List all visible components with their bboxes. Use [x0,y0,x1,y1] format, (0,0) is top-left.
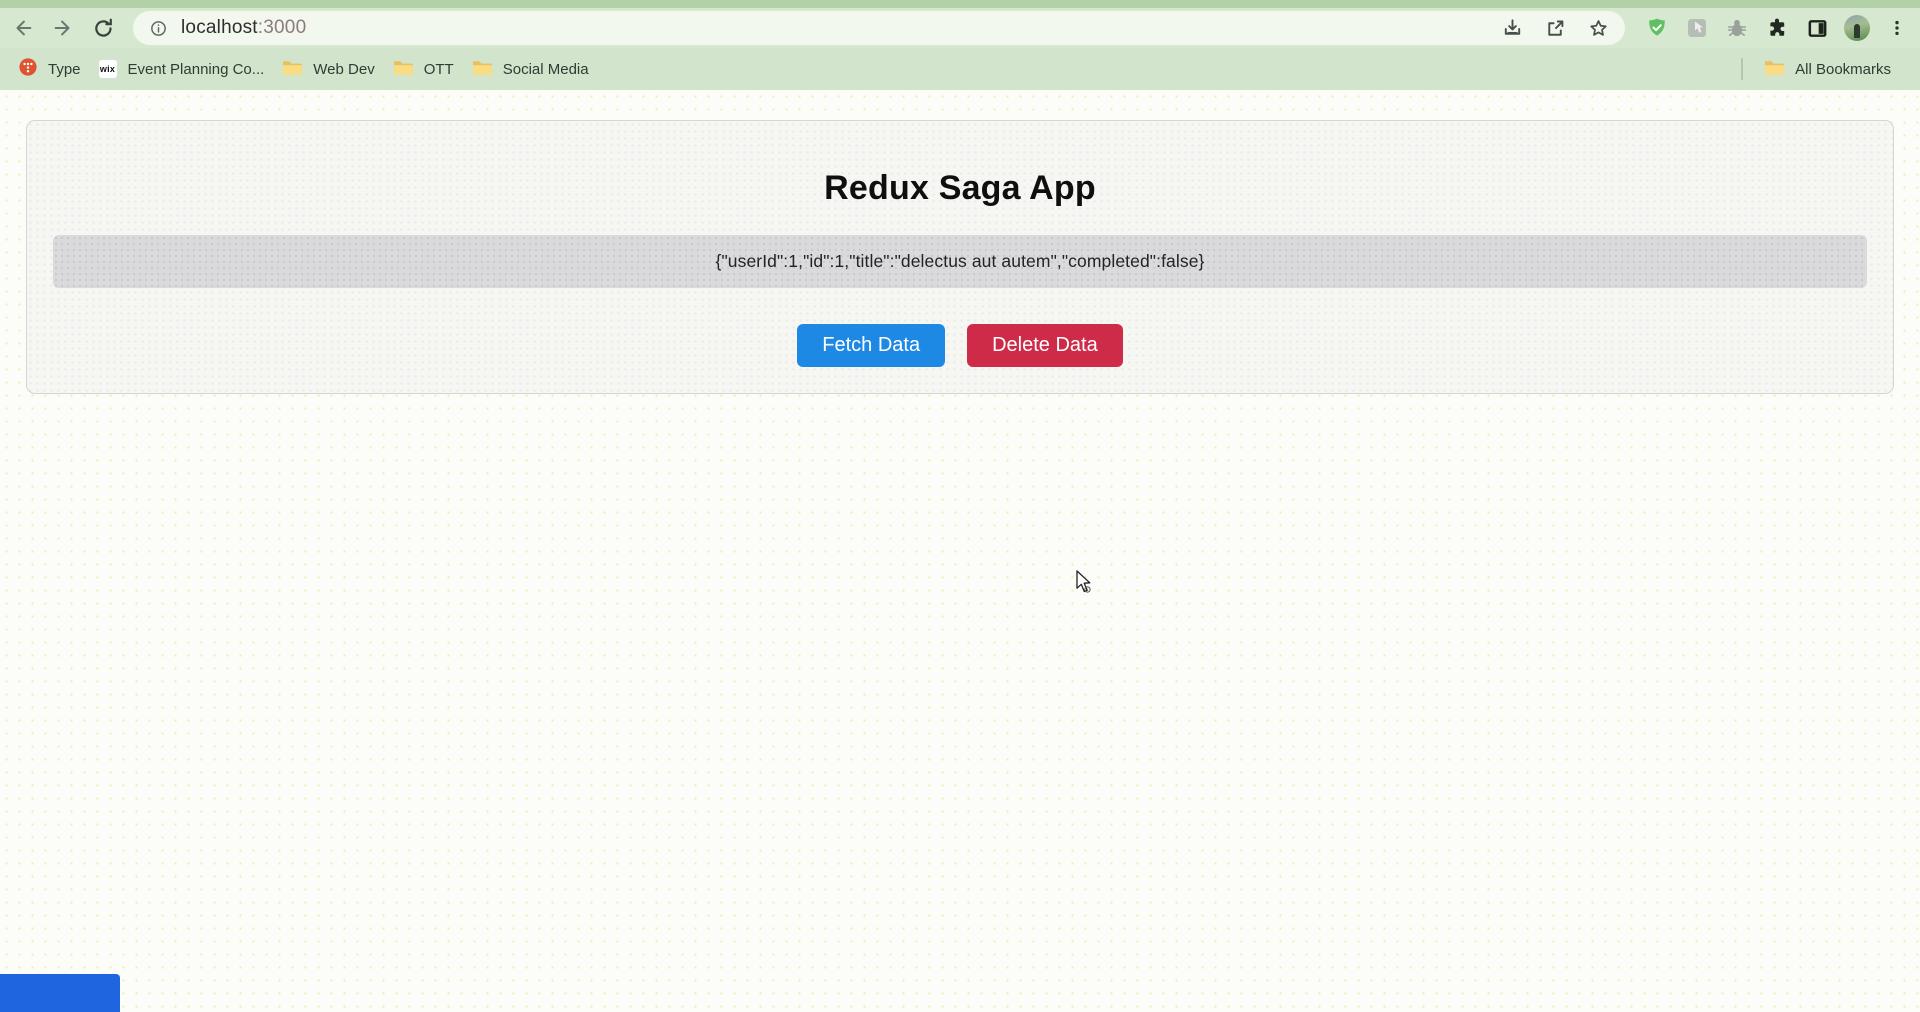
site-info-icon[interactable] [145,15,171,41]
url-host: localhost [181,17,258,38]
extensions-puzzle-icon[interactable] [1764,15,1790,41]
bug-extension-icon[interactable] [1724,15,1750,41]
adguard-shield-icon[interactable] [1644,15,1670,41]
url-text: localhost:3000 [181,17,306,39]
page-title: Redux Saga App [824,169,1096,207]
type-favicon [19,58,37,80]
json-output-strip: {"userId":1,"id":1,"title":"delectus aut… [53,235,1867,288]
folder-icon [393,59,413,80]
download-icon[interactable] [1499,15,1525,41]
bookmark-label: Social Media [502,60,589,78]
bookmark-label: OTT [423,60,454,78]
folder-icon [472,59,492,80]
bookmark-folder-ott[interactable]: OTT [384,55,463,84]
json-output-text: {"userId":1,"id":1,"title":"delectus aut… [715,251,1205,271]
side-panel-icon[interactable] [1804,15,1830,41]
buttons-row: Fetch Data Delete Data [27,324,1893,367]
app-card: Redux Saga App {"userId":1,"id":1,"title… [26,120,1894,394]
bookmarks-bar: Type wix Event Planning Co... Web Dev OT… [0,48,1920,90]
share-icon[interactable] [1542,15,1568,41]
window-frame-strip [0,0,1920,8]
mouse-cursor [1076,570,1095,599]
folder-icon [282,59,303,80]
page-viewport: Redux Saga App {"userId":1,"id":1,"title… [0,90,1920,1012]
all-bookmarks-label: All Bookmarks [1795,60,1891,78]
forward-icon [52,17,74,39]
bookmark-item-type[interactable]: Type [10,54,90,84]
bookmark-star-icon[interactable] [1585,15,1611,41]
refresh-icon [92,17,115,40]
url-port: :3000 [257,17,307,38]
browser-toolbar: localhost:3000 [0,8,1920,48]
bookmark-folder-social-media[interactable]: Social Media [463,55,598,84]
bookmark-label: Web Dev [313,60,375,78]
bookmark-label: Type [48,60,81,78]
refresh-button[interactable] [86,11,120,45]
hand-extension-icon[interactable] [1684,15,1710,41]
bookmark-folder-web-dev[interactable]: Web Dev [273,55,383,84]
address-bar[interactable]: localhost:3000 [133,11,1625,45]
back-icon [12,17,34,39]
delete-data-button[interactable]: Delete Data [967,324,1123,367]
all-bookmarks-folder-icon [1764,59,1785,80]
wix-favicon: wix [98,60,117,78]
forward-button[interactable] [46,11,80,45]
status-bubble [0,974,120,1012]
profile-avatar[interactable] [1844,15,1870,41]
fetch-data-button[interactable]: Fetch Data [797,324,946,367]
all-bookmarks-button[interactable]: All Bookmarks [1755,55,1900,84]
bookmark-label: Event Planning Co... [127,60,265,78]
bookmark-item-event-planning[interactable]: wix Event Planning Co... [90,56,274,82]
menu-dots-icon[interactable] [1884,15,1910,41]
bookmarks-divider [1741,58,1744,80]
back-button[interactable] [6,11,40,45]
